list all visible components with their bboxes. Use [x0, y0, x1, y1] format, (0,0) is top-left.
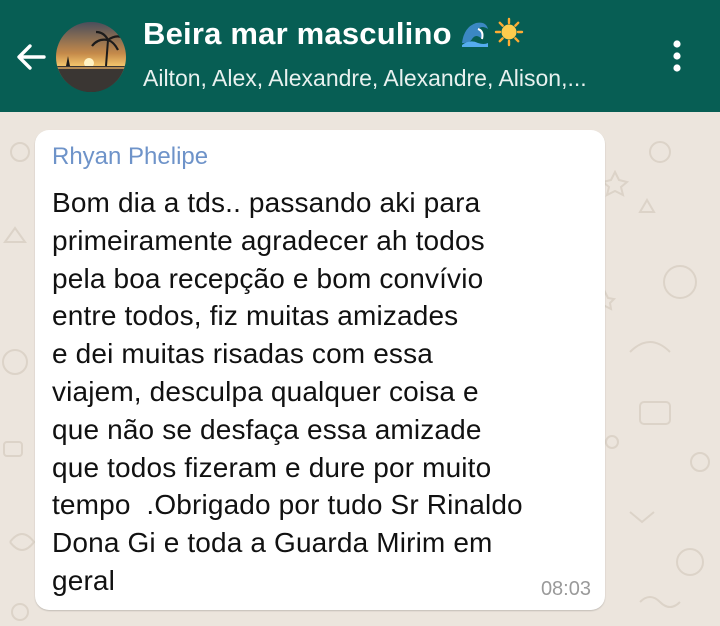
message-bubble[interactable]: Rhyan Phelipe Bom dia a tds.. passando a… — [35, 130, 605, 610]
sun-emoji — [494, 17, 523, 47]
group-participants[interactable]: Ailton, Alex, Alexandre, Alexandre, Alis… — [143, 65, 633, 92]
group-name: Beira mar masculino — [143, 16, 452, 51]
title-emojis — [460, 17, 524, 47]
message-line: que não se desfaça essa amizade — [52, 413, 482, 445]
back-button[interactable] — [8, 34, 54, 80]
wave-emoji — [461, 22, 488, 47]
message-line: primeiramente agradecer ah todos — [52, 224, 485, 256]
message-line: Bom dia a tds.. passando aki para — [52, 187, 481, 218]
group-title[interactable]: Beira mar masculino — [143, 16, 524, 52]
group-avatar[interactable] — [56, 22, 126, 92]
message-sender[interactable]: Rhyan Phelipe — [52, 143, 208, 171]
message-line: entre todos, fiz muitas amizades — [52, 300, 459, 332]
arrow-left-icon — [17, 44, 46, 70]
more-vertical-icon — [673, 40, 681, 72]
message-line: e dei muitas risadas com essa — [52, 338, 433, 370]
message-line: tempo .Obrigado por tudo Sr Rinaldo — [52, 489, 523, 521]
more-options-button[interactable] — [662, 34, 692, 80]
message-timestamp: 08:03 — [540, 578, 591, 600]
sunset-beach-avatar — [56, 22, 126, 92]
message-line: que todos fizeram e dure por muito — [52, 451, 492, 483]
message-line: viajem, desculpa qualquer coisa e — [52, 375, 479, 407]
message-line: geral — [52, 564, 116, 596]
message-line: pela boa recepção e bom convívio — [52, 262, 484, 294]
message-line: Dona Gi e toda a Guarda Mirim em — [52, 527, 493, 559]
message-text: Bom dia a tds.. passando aki para primei… — [52, 184, 597, 600]
chat-header: Beira mar masculino Ailton, Alex, Alexan… — [0, 0, 720, 112]
